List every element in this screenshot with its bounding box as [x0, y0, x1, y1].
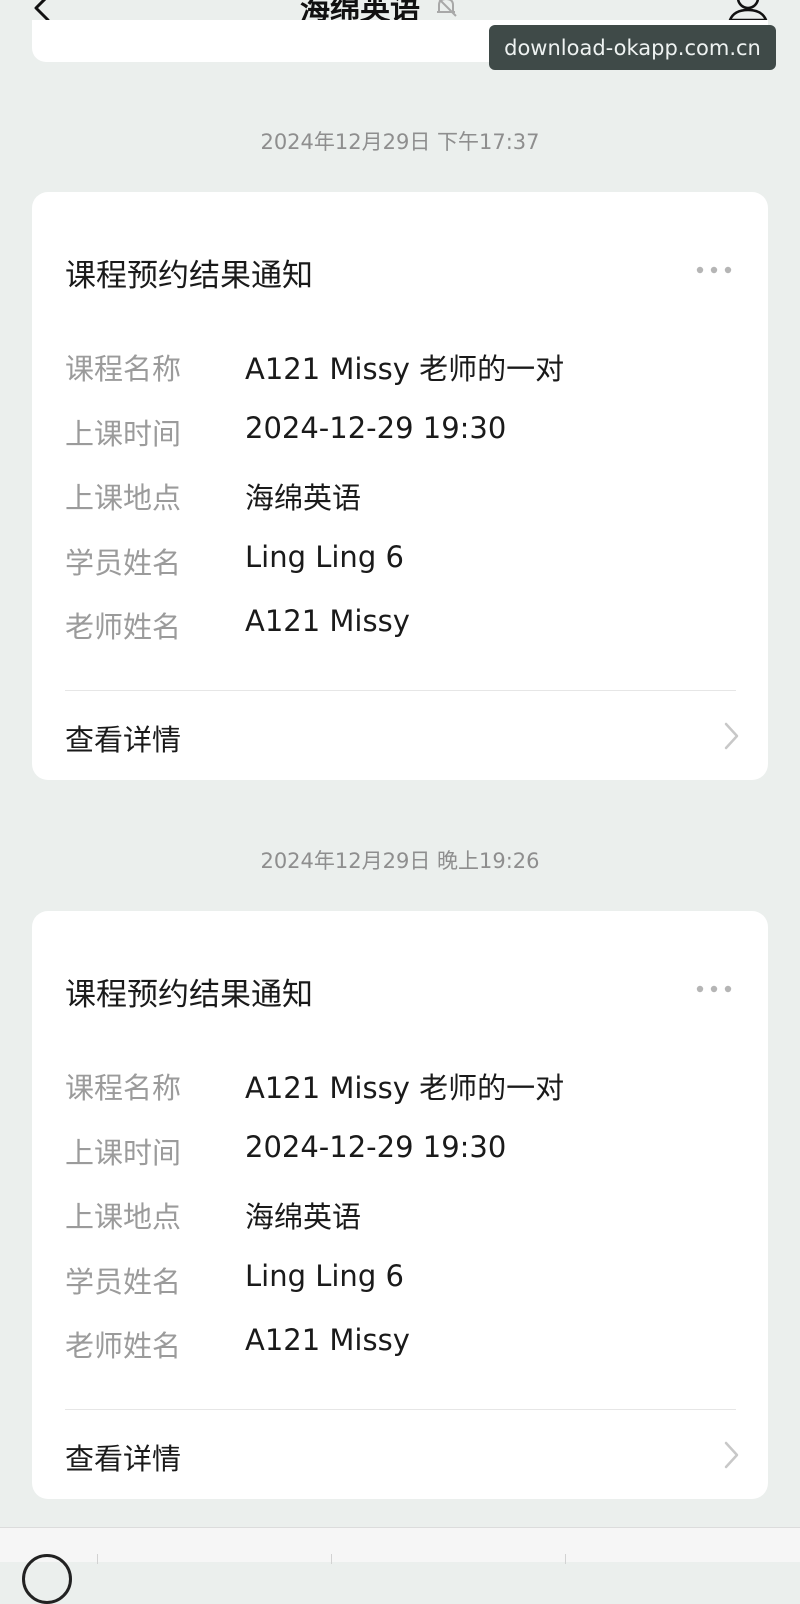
view-details-label: 查看详情	[65, 1442, 182, 1476]
view-details-label: 查看详情	[65, 723, 182, 757]
field-row-class-time: 上课时间 2024-12-29 19:30	[65, 411, 745, 451]
chevron-right-icon	[724, 1441, 739, 1469]
field-row-location: 上课地点 海绵英语	[65, 1194, 745, 1234]
field-value: A121 Missy	[245, 1323, 410, 1357]
field-value: 2024-12-29 19:30	[245, 411, 507, 445]
bottom-menu-bar	[0, 1527, 800, 1604]
chevron-right-icon	[724, 722, 739, 750]
field-label: 学员姓名	[65, 546, 182, 580]
notification-card: 课程预约结果通知 课程名称 A121 Missy 老师的一对 上课时间 2024…	[32, 911, 768, 1499]
menu-separator	[97, 1554, 98, 1564]
field-label: 老师姓名	[65, 1329, 182, 1363]
card-title: 课程预约结果通知	[65, 258, 313, 294]
field-value: 海绵英语	[245, 481, 362, 515]
field-label: 课程名称	[65, 1071, 182, 1105]
message-timestamp: 2024年12月29日 晚上19:26	[260, 849, 540, 873]
field-label: 上课时间	[65, 417, 182, 451]
field-row-course-name: 课程名称 A121 Missy 老师的一对	[65, 346, 745, 386]
field-value: A121 Missy 老师的一对	[245, 1071, 565, 1105]
field-label: 老师姓名	[65, 610, 182, 644]
field-value: Ling Ling 6	[245, 540, 404, 574]
field-row-student-name: 学员姓名 Ling Ling 6	[65, 1259, 745, 1299]
keyboard-toggle-icon[interactable]	[22, 1554, 72, 1604]
watermark-badge: download-okapp.com.cn	[489, 25, 776, 70]
view-details-link[interactable]: 查看详情	[32, 1410, 768, 1499]
field-row-class-time: 上课时间 2024-12-29 19:30	[65, 1130, 745, 1170]
bell-muted-icon	[437, 0, 457, 17]
field-value: A121 Missy	[245, 604, 410, 638]
field-row-location: 上课地点 海绵英语	[65, 475, 745, 515]
field-row-teacher-name: 老师姓名 A121 Missy	[65, 604, 745, 644]
menu-separator	[565, 1554, 566, 1564]
field-value: 海绵英语	[245, 1200, 362, 1234]
message-timestamp: 2024年12月29日 下午17:37	[260, 130, 540, 154]
field-label: 学员姓名	[65, 1265, 182, 1299]
more-dots-icon[interactable]	[694, 983, 734, 995]
field-label: 课程名称	[65, 352, 182, 386]
field-row-teacher-name: 老师姓名 A121 Missy	[65, 1323, 745, 1363]
field-value: Ling Ling 6	[245, 1259, 404, 1293]
field-label: 上课地点	[65, 1200, 182, 1234]
field-label: 上课地点	[65, 481, 182, 515]
field-value: A121 Missy 老师的一对	[245, 352, 565, 386]
view-details-link[interactable]: 查看详情	[32, 691, 768, 780]
notification-card: 课程预约结果通知 课程名称 A121 Missy 老师的一对 上课时间 2024…	[32, 192, 768, 780]
card-title: 课程预约结果通知	[65, 977, 313, 1013]
more-dots-icon[interactable]	[694, 264, 734, 276]
menu-separator	[331, 1554, 332, 1564]
field-row-student-name: 学员姓名 Ling Ling 6	[65, 540, 745, 580]
field-row-course-name: 课程名称 A121 Missy 老师的一对	[65, 1065, 745, 1105]
field-value: 2024-12-29 19:30	[245, 1130, 507, 1164]
field-label: 上课时间	[65, 1136, 182, 1170]
